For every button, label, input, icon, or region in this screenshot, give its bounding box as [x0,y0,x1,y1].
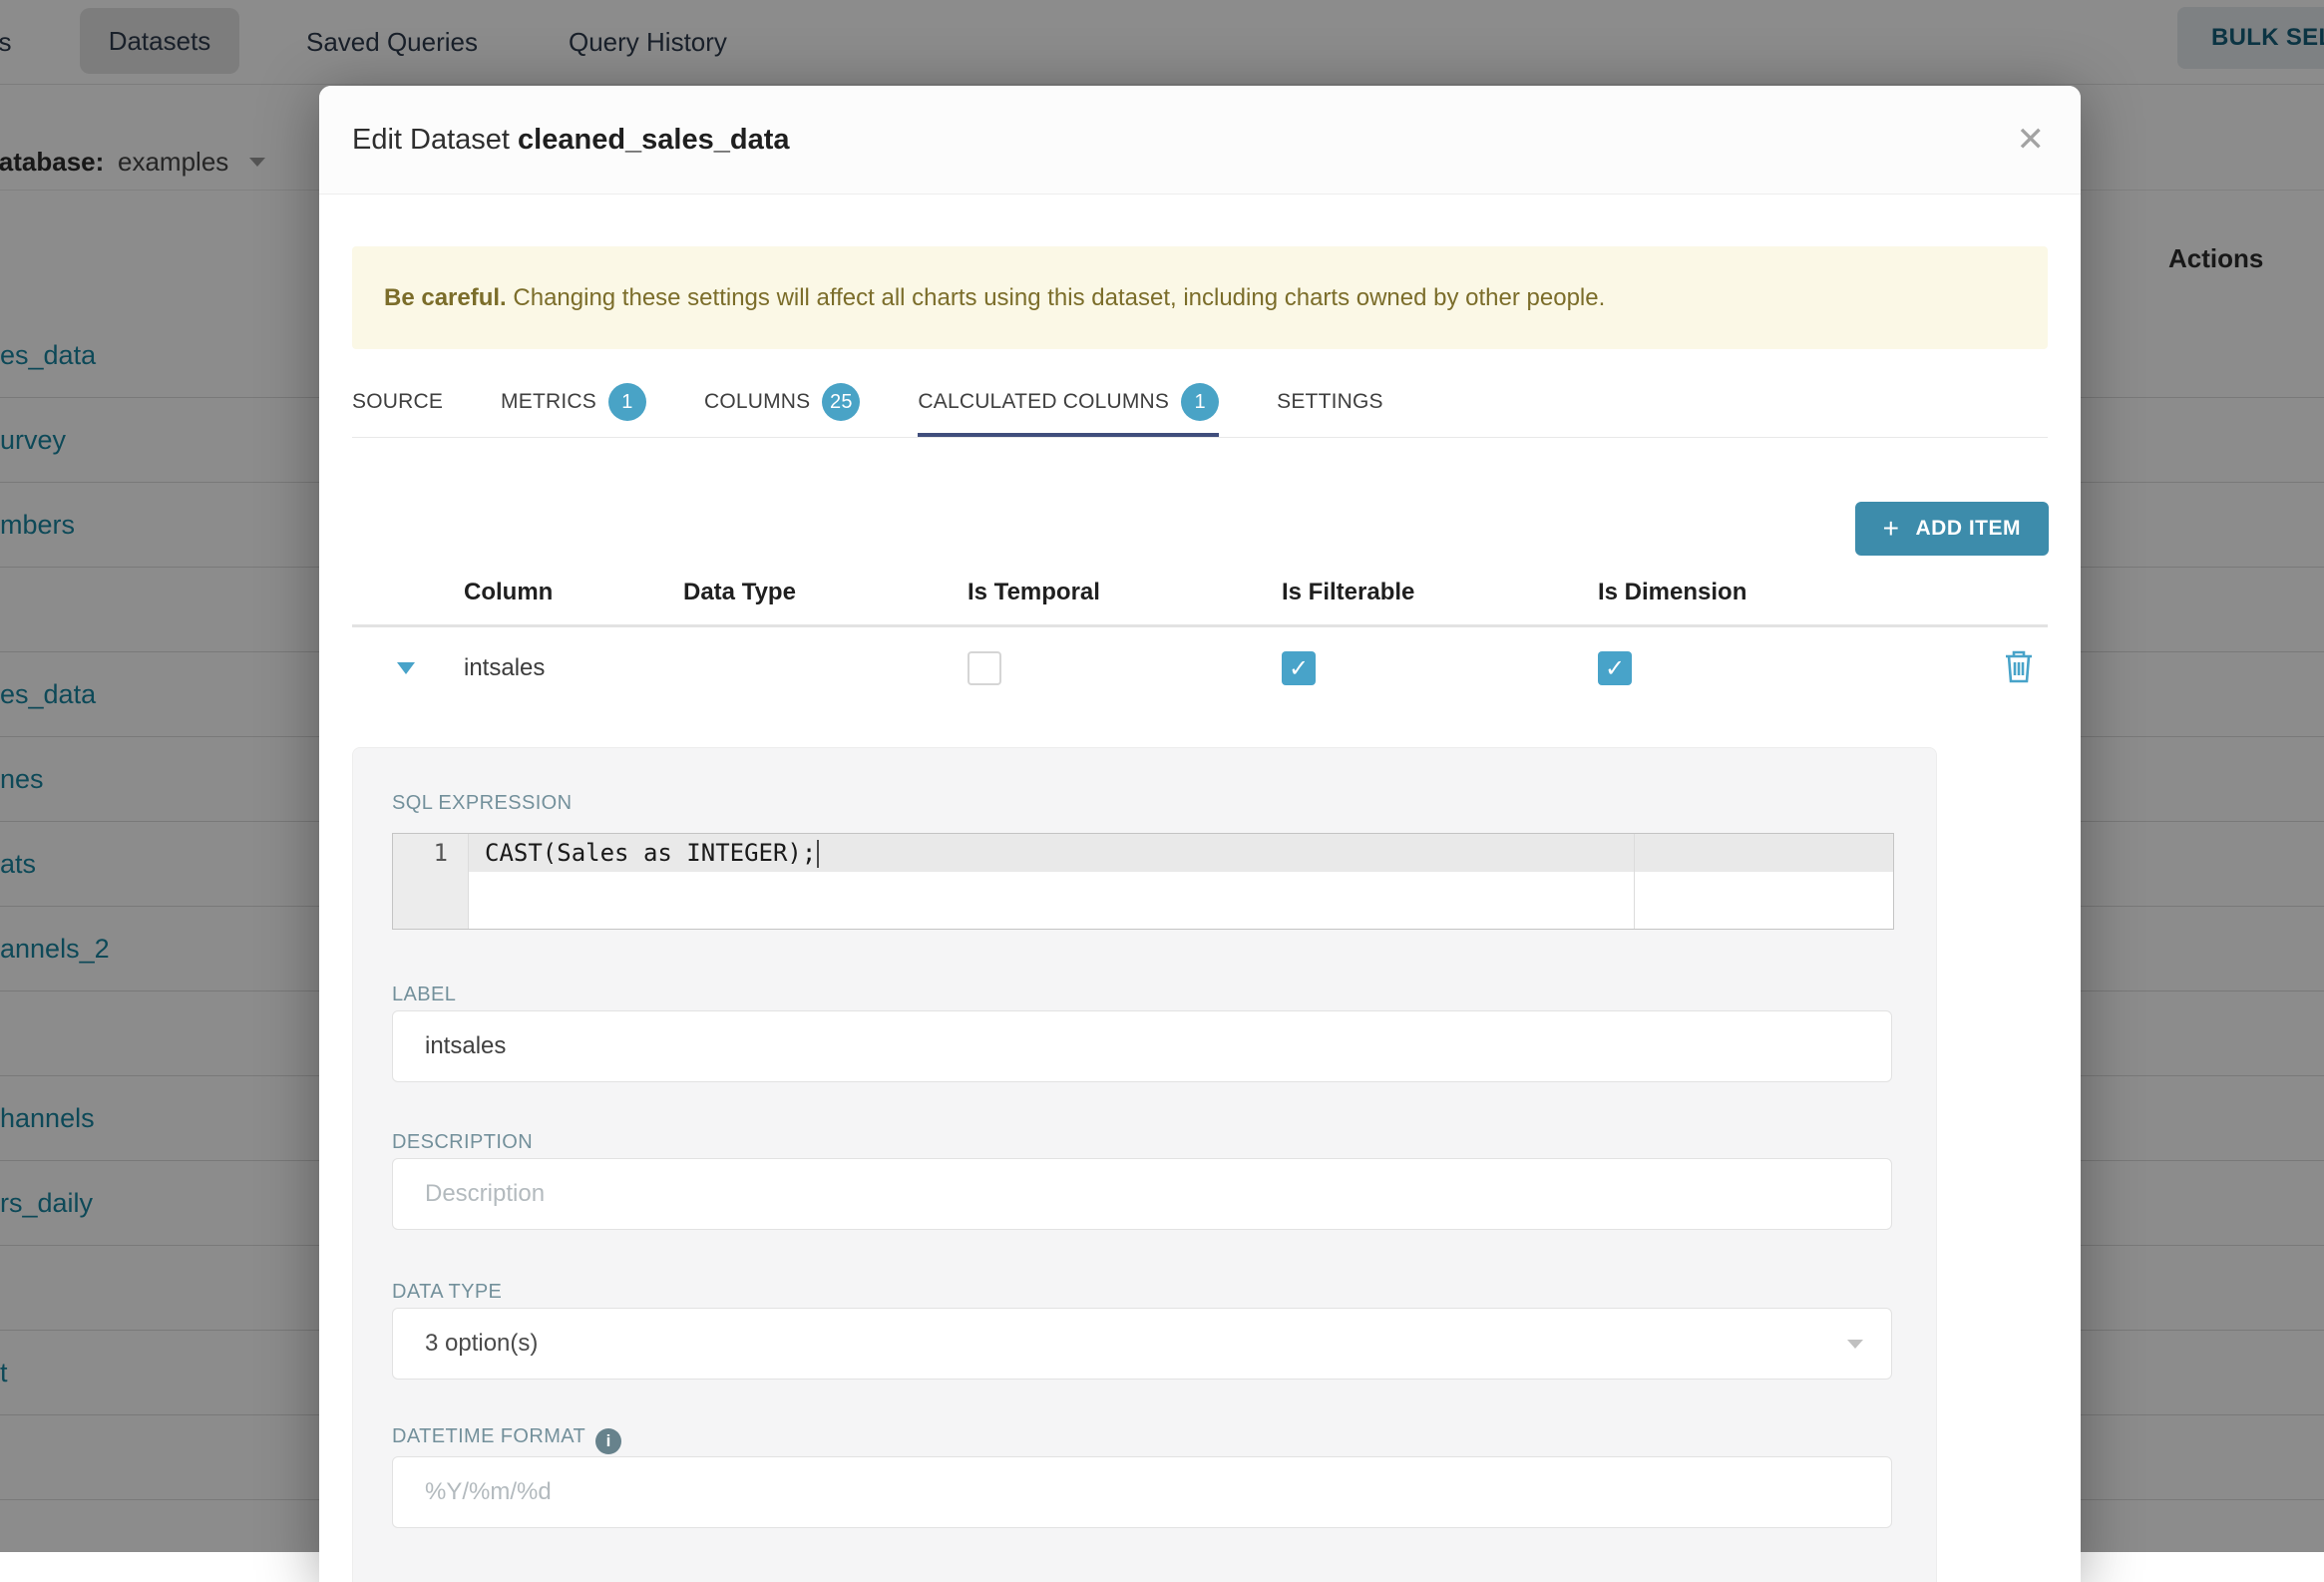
modal-title: Edit Dataset cleaned_sales_data [352,86,790,194]
info-icon[interactable]: i [595,1428,622,1454]
is-dimension-checkbox[interactable]: ✓ [1598,651,1632,685]
tab-settings[interactable]: SETTINGS [1277,383,1383,437]
delete-trash-icon[interactable] [2003,648,2035,689]
datetime-format-label-text: DATETIME FORMAT [392,1425,586,1447]
tab-label: SOURCE [352,390,444,413]
datetime-format-field-label: DATETIME FORMAT i [392,1425,622,1454]
data-type-select[interactable]: 3 option(s) [392,1308,1892,1380]
datetime-format-input[interactable] [392,1456,1892,1528]
line-number: 1 [433,839,448,867]
add-item-button[interactable]: + ADD ITEM [1854,502,2049,556]
tab-calculated-columns[interactable]: CALCULATED COLUMNS 1 [918,383,1220,437]
description-field-label: DESCRIPTION [392,1131,534,1153]
calculated-columns-count-badge: 1 [1181,383,1220,421]
divider [352,624,2048,627]
tab-source[interactable]: SOURCE [352,383,443,437]
is-temporal-checkbox[interactable] [968,651,1001,685]
modal-title-dataset-name: cleaned_sales_data [518,124,790,156]
column-header-column: Column [464,579,554,605]
sql-expression-editor[interactable]: 1 CAST(Sales as INTEGER); [392,833,1894,930]
warning-text: Changing these settings will affect all … [506,284,1606,311]
edit-dataset-modal: Edit Dataset cleaned_sales_data ✕ Be car… [319,86,2081,1582]
add-item-label: ADD ITEM [1915,517,2021,540]
is-filterable-checkbox[interactable]: ✓ [1282,651,1316,685]
column-header-is-temporal: Is Temporal [968,579,1100,605]
description-input[interactable] [392,1158,1892,1230]
column-header-data-type: Data Type [683,579,796,605]
sql-code-text: CAST(Sales as INTEGER); [485,839,817,867]
tab-label: CALCULATED COLUMNS [918,390,1170,413]
modal-tabs: SOURCE METRICS 1 COLUMNS 25 CALCULATED COL… [352,383,2048,438]
columns-count-badge: 25 [822,383,861,421]
column-header-is-dimension: Is Dimension [1598,579,1747,605]
collapse-row-caret-icon[interactable] [397,662,415,674]
plus-icon: + [1882,513,1900,544]
editor-print-margin [1634,834,1635,929]
tab-label: METRICS [501,390,596,413]
chevron-down-icon [1847,1340,1863,1349]
tab-metrics[interactable]: METRICS 1 [501,383,646,437]
tab-columns[interactable]: COLUMNS 25 [703,383,861,437]
sql-code[interactable]: CAST(Sales as INTEGER); [485,834,820,872]
tab-label: SETTINGS [1277,390,1383,413]
label-field-label: LABEL [392,984,457,1005]
text-cursor [817,840,820,868]
warning-bold: Be careful. [384,284,507,311]
column-header-is-filterable: Is Filterable [1282,579,1415,605]
sql-expression-label: SQL EXPRESSION [392,792,573,814]
data-type-field-label: DATA TYPE [392,1281,503,1303]
editor-gutter: 1 [393,834,469,929]
label-input[interactable] [392,1010,1892,1082]
calculated-column-name: intsales [464,654,546,681]
modal-title-prefix: Edit Dataset [352,124,519,156]
modal-header: Edit Dataset cleaned_sales_data ✕ [319,86,2081,195]
data-type-selected-value: 3 option(s) [425,1330,539,1357]
tab-label: COLUMNS [703,390,811,413]
close-icon[interactable]: ✕ [2017,120,2046,160]
metrics-count-badge: 1 [607,383,646,421]
calculated-column-detail-panel: SQL EXPRESSION 1 CAST(Sales as INTEGER);… [352,747,1937,1582]
warning-banner: Be careful. Changing these settings will… [352,246,2048,349]
